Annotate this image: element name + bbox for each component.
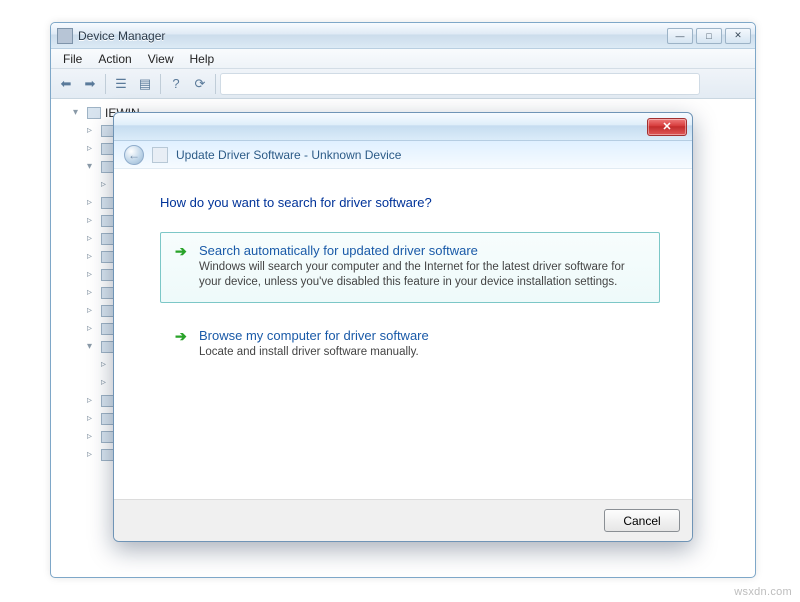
- toolbar-tree-icon[interactable]: ▤: [134, 73, 156, 95]
- wizard-icon: [152, 147, 168, 163]
- menu-action[interactable]: Action: [90, 50, 139, 68]
- toolbar: ⬅ ➡ ☰ ▤ ? ⟳: [51, 69, 755, 99]
- option-search-automatically[interactable]: ➔ Search automatically for updated drive…: [160, 232, 660, 303]
- option-description: Windows will search your computer and th…: [199, 260, 639, 290]
- toolbar-separator: [160, 74, 161, 94]
- dialog-close-button[interactable]: ✕: [647, 118, 687, 136]
- toolbar-properties-icon[interactable]: ☰: [110, 73, 132, 95]
- device-manager-titlebar[interactable]: Device Manager — □ ✕: [51, 23, 755, 49]
- dialog-header: ← Update Driver Software - Unknown Devic…: [114, 141, 692, 169]
- watermark: wsxdn.com: [734, 586, 792, 598]
- option-description: Locate and install driver software manua…: [199, 345, 429, 360]
- dialog-titlebar[interactable]: ✕: [114, 113, 692, 141]
- device-manager-app-icon: [57, 28, 73, 44]
- menu-view[interactable]: View: [140, 50, 182, 68]
- toolbar-separator: [105, 74, 106, 94]
- toolbar-separator: [215, 74, 216, 94]
- option-title: Search automatically for updated driver …: [199, 243, 639, 258]
- menu-bar: File Action View Help: [51, 49, 755, 69]
- dialog-header-text: Update Driver Software - Unknown Device: [176, 148, 401, 162]
- arrow-right-icon: ➔: [175, 328, 189, 360]
- option-browse-computer[interactable]: ➔ Browse my computer for driver software…: [160, 317, 660, 373]
- dialog-footer: Cancel: [114, 499, 692, 541]
- dialog-body: How do you want to search for driver sof…: [114, 169, 692, 373]
- maximize-button[interactable]: □: [696, 28, 722, 44]
- computer-icon: [87, 107, 101, 119]
- toolbar-back-icon[interactable]: ⬅: [55, 73, 77, 95]
- close-button[interactable]: ✕: [725, 28, 751, 44]
- toolbar-forward-icon[interactable]: ➡: [79, 73, 101, 95]
- back-icon[interactable]: ←: [124, 145, 144, 165]
- update-driver-dialog: ✕ ← Update Driver Software - Unknown Dev…: [113, 112, 693, 542]
- toolbar-address: [220, 73, 700, 95]
- minimize-button[interactable]: —: [667, 28, 693, 44]
- menu-help[interactable]: Help: [182, 50, 223, 68]
- dialog-question: How do you want to search for driver sof…: [160, 195, 660, 210]
- device-manager-title: Device Manager: [78, 29, 664, 43]
- toolbar-help-icon[interactable]: ?: [165, 73, 187, 95]
- toolbar-refresh-icon[interactable]: ⟳: [189, 73, 211, 95]
- menu-file[interactable]: File: [55, 50, 90, 68]
- cancel-button[interactable]: Cancel: [604, 509, 680, 532]
- option-title: Browse my computer for driver software: [199, 328, 429, 343]
- arrow-right-icon: ➔: [175, 243, 189, 290]
